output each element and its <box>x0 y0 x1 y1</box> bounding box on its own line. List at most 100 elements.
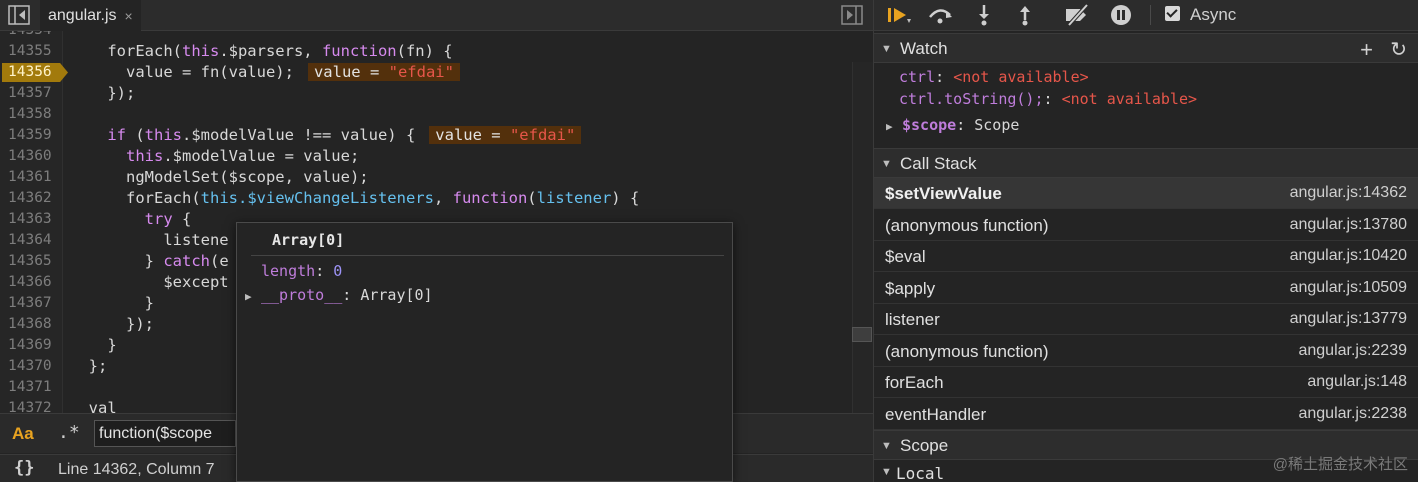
line-number[interactable]: 14366 <box>0 272 60 293</box>
code-text: } <box>70 336 117 354</box>
search-input[interactable] <box>94 420 236 447</box>
call-frame[interactable]: listener angular.js:13779 <box>874 304 1418 335</box>
file-tab-angular[interactable]: angular.js × <box>40 0 141 31</box>
code-line[interactable]: 14356 value = fn(value); value = "efdai" <box>0 62 873 83</box>
call-frame-name: (anonymous function) <box>885 341 1049 361</box>
vertical-scrollbar[interactable] <box>852 62 873 413</box>
step-into-icon[interactable] <box>970 3 998 27</box>
code-line[interactable]: 14360 this.$modelValue = value; <box>0 146 873 167</box>
call-frame-name: (anonymous function) <box>885 215 1049 235</box>
line-number[interactable]: 14365 <box>0 251 60 272</box>
cursor-position: Line 14362, Column 7 <box>58 461 215 478</box>
resume-icon[interactable] <box>884 3 912 27</box>
close-icon[interactable]: × <box>125 8 133 24</box>
code-text: }; <box>70 357 108 375</box>
line-number[interactable]: 14358 <box>0 104 60 125</box>
line-number[interactable]: 14367 <box>0 293 60 314</box>
line-number[interactable]: 14354 <box>0 31 60 41</box>
scope-title: Scope <box>900 436 949 455</box>
call-stack-section-header[interactable]: ▼ Call Stack <box>874 148 1418 178</box>
deactivate-breakpoints-icon[interactable] <box>1063 3 1091 27</box>
call-frame-location[interactable]: angular.js:10420 <box>1290 247 1407 265</box>
line-number[interactable]: 14359 <box>0 125 60 146</box>
line-number[interactable]: 14360 <box>0 146 60 167</box>
call-frame-location[interactable]: angular.js:10509 <box>1290 279 1407 297</box>
line-number[interactable]: 14372 <box>0 398 60 413</box>
breakpoint-marker[interactable]: 14356 <box>2 63 68 82</box>
call-frame[interactable]: (anonymous function) angular.js:13780 <box>874 210 1418 241</box>
async-label: Async <box>1190 5 1237 24</box>
collapse-triangle-icon[interactable]: ▼ <box>881 440 897 452</box>
call-frame[interactable]: $eval angular.js:10420 <box>874 241 1418 272</box>
line-number[interactable]: 14361 <box>0 167 60 188</box>
step-out-icon[interactable] <box>1011 3 1039 27</box>
pretty-print-button[interactable]: {} <box>14 458 34 478</box>
call-stack-title: Call Stack <box>900 154 977 173</box>
call-frame-name: $eval <box>885 247 926 266</box>
watch-item-scope[interactable]: ▶ $scope: Scope <box>886 116 1019 134</box>
file-tab-label: angular.js <box>48 6 117 24</box>
refresh-icon[interactable]: ↻ <box>1390 37 1407 62</box>
add-watch-icon[interactable]: + <box>1360 37 1373 63</box>
code-line[interactable]: 14361 ngModelSet($scope, value); <box>0 167 873 188</box>
line-number[interactable]: 14369 <box>0 335 60 356</box>
code-line[interactable]: 14357 }); <box>0 83 873 104</box>
expand-triangle-icon[interactable]: ▶ <box>245 290 261 303</box>
line-number[interactable]: 14357 <box>0 83 60 104</box>
match-case-button[interactable]: Aa <box>12 424 34 444</box>
call-frame-name: $apply <box>885 278 936 298</box>
code-line[interactable]: 14354 <box>0 31 873 41</box>
call-frame-location[interactable]: angular.js:148 <box>1307 373 1407 391</box>
editor-tab-bar: angular.js × <box>0 0 873 31</box>
popover-property-length: length: 0 <box>261 262 343 280</box>
collapse-triangle-icon[interactable]: ▼ <box>881 466 897 478</box>
line-number[interactable]: 14371 <box>0 377 60 398</box>
code-line[interactable]: 14358 <box>0 104 873 125</box>
pause-on-exceptions-icon[interactable] <box>1107 3 1135 27</box>
call-frame-location[interactable]: angular.js:14362 <box>1290 184 1407 202</box>
watch-item[interactable]: ctrl.toString();: <not available> <box>899 90 1197 108</box>
call-frame-name: listener <box>885 310 940 329</box>
call-frame[interactable]: eventHandler angular.js:2238 <box>874 399 1418 430</box>
debugger-toggle-icon[interactable] <box>839 4 865 26</box>
code-text: val <box>70 399 117 413</box>
code-text: }); <box>70 84 136 102</box>
code-text: ngModelSet($scope, value); <box>70 168 369 186</box>
line-number[interactable]: 14368 <box>0 314 60 335</box>
call-frame[interactable]: $apply angular.js:10509 <box>874 273 1418 304</box>
step-over-icon[interactable] <box>926 3 954 27</box>
call-frame[interactable]: $setViewValue angular.js:14362 <box>874 178 1418 209</box>
navigator-toggle-icon[interactable] <box>6 4 32 26</box>
vertical-scroll-thumb[interactable] <box>852 327 872 342</box>
code-line[interactable]: 14362 forEach(this.$viewChangeListeners,… <box>0 188 873 209</box>
popover-title: Array[0] <box>272 231 345 249</box>
code-text: this.$modelValue = value; <box>126 147 360 165</box>
watermark: @稀土掘金技术社区 <box>1272 456 1408 473</box>
code-text: $except <box>70 273 229 291</box>
async-checkbox[interactable] <box>1165 6 1180 21</box>
call-frame-location[interactable]: angular.js:2239 <box>1298 342 1407 360</box>
line-number[interactable]: 14362 <box>0 188 60 209</box>
code-line[interactable]: 14355 forEach(this.$parsers, function(fn… <box>0 41 873 62</box>
line-number[interactable]: 14370 <box>0 356 60 377</box>
line-number[interactable]: 14355 <box>0 41 60 62</box>
watch-item[interactable]: ctrl: <not available> <box>899 68 1089 86</box>
line-number[interactable]: 14363 <box>0 209 60 230</box>
call-frame-location[interactable]: angular.js:13779 <box>1290 310 1407 328</box>
call-frame[interactable]: forEach angular.js:148 <box>874 367 1418 398</box>
inline-value: value = "efdai" <box>307 63 460 81</box>
call-frame-location[interactable]: angular.js:13780 <box>1290 216 1407 234</box>
popover-divider <box>251 255 724 256</box>
popover-property-proto[interactable]: ▶ __proto__: Array[0] <box>245 286 433 304</box>
collapse-triangle-icon[interactable]: ▼ <box>881 158 897 170</box>
watch-section-header[interactable]: ▼ Watch + ↻ <box>874 33 1418 63</box>
source-editor-pane: angular.js × 1435414355 forEach(this.$pa… <box>0 0 873 482</box>
call-frame[interactable]: (anonymous function) angular.js:2239 <box>874 336 1418 367</box>
code-text: forEach(this.$viewChangeListeners, funct… <box>70 189 640 207</box>
collapse-triangle-icon[interactable]: ▼ <box>881 43 897 55</box>
expand-triangle-icon[interactable]: ▶ <box>886 120 902 133</box>
code-line[interactable]: 14359 if (this.$modelValue !== value) {v… <box>0 125 873 146</box>
call-frame-location[interactable]: angular.js:2238 <box>1298 405 1407 423</box>
regex-button[interactable]: .* <box>58 422 80 443</box>
line-number[interactable]: 14364 <box>0 230 60 251</box>
